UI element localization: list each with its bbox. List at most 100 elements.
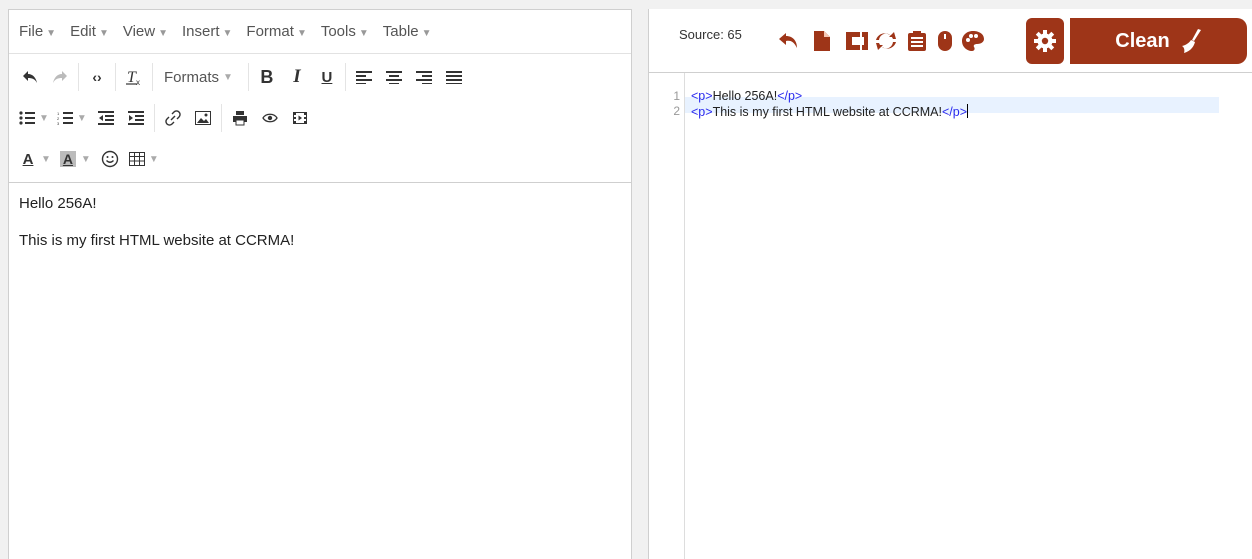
chevron-down-icon: ▼ (46, 28, 57, 39)
bullet-list-icon (19, 111, 35, 125)
underline-icon: U (321, 68, 333, 86)
mouse-button[interactable] (933, 29, 957, 53)
source-code-button[interactable]: ‹› (82, 62, 112, 92)
toolbar-separator (344, 63, 346, 91)
refresh-button[interactable] (874, 29, 898, 53)
formats-label: Formats (164, 68, 220, 86)
code-text: This is my first HTML website at CCRMA! (712, 105, 942, 119)
file-icon (814, 31, 830, 51)
emoticons-button[interactable] (95, 144, 125, 174)
numbered-list-button[interactable]: 123 (53, 103, 77, 133)
background-color-icon: A (59, 151, 76, 167)
print-icon (232, 111, 247, 126)
align-right-button[interactable] (409, 62, 439, 92)
broom-icon (1181, 29, 1201, 53)
undo-button[interactable] (15, 62, 45, 92)
indent-button[interactable] (121, 103, 151, 133)
clean-label: Clean (1115, 29, 1170, 52)
content-paragraph[interactable]: This is my first HTML website at CCRMA! (19, 232, 621, 249)
copy-button[interactable] (905, 29, 929, 53)
toolbar-row-1: ‹› Tx Formats ▼ B I U (15, 60, 469, 94)
menu-insert[interactable]: Insert ▼ (182, 23, 232, 40)
line-number: 2 (673, 104, 680, 118)
toolbar-row-3: A ▼ A ▼ ▼ (15, 142, 163, 176)
refresh-icon (876, 32, 896, 50)
toolbar-separator (115, 63, 116, 91)
menu-tools-label: Tools (320, 23, 356, 40)
menu-table[interactable]: Table ▼ (383, 23, 432, 40)
toolbar-separator (153, 104, 155, 132)
menu-format[interactable]: Format ▼ (246, 23, 306, 40)
chevron-down-icon[interactable]: ▼ (77, 113, 87, 124)
wysiwyg-editor: File ▼ Edit ▼ View ▼ Insert ▼ Format ▼ Tools ▼… (8, 9, 632, 559)
menu-bar: File ▼ Edit ▼ View ▼ Insert ▼ Format ▼ Tools ▼… (9, 10, 631, 54)
background-color-button[interactable]: A (55, 144, 81, 174)
insert-link-button[interactable] (158, 103, 188, 133)
align-center-icon (385, 71, 402, 84)
new-document-button[interactable] (810, 29, 834, 53)
text-color-icon: A (22, 150, 34, 168)
code-tag: <p> (691, 89, 713, 103)
undo-icon (23, 71, 37, 83)
chevron-down-icon: ▼ (98, 28, 109, 39)
chevron-down-icon: ▼ (421, 28, 432, 39)
chevron-down-icon[interactable]: ▼ (41, 154, 51, 165)
text-color-button[interactable]: A (15, 144, 41, 174)
undo-button[interactable] (777, 29, 801, 53)
print-button[interactable] (225, 103, 255, 133)
italic-button[interactable]: I (282, 62, 312, 92)
clear-formatting-button[interactable]: Tx (119, 62, 149, 92)
align-left-button[interactable] (349, 62, 379, 92)
clipboard-icon (908, 31, 926, 51)
bold-icon: B (260, 66, 274, 87)
menu-format-label: Format (246, 23, 294, 40)
code-line[interactable]: <p>Hello 256A!</p> (691, 89, 802, 103)
chevron-down-icon[interactable]: ▼ (39, 113, 49, 124)
preview-button[interactable] (255, 103, 285, 133)
editor-toolbar: ‹› Tx Formats ▼ B I U ▼ 123 ▼ A ▼ A ▼ ▼ (9, 54, 631, 183)
code-icon: ‹› (92, 69, 102, 85)
code-text: Hello 256A! (712, 89, 778, 103)
editor-content[interactable]: Hello 256A! This is my first HTML websit… (9, 183, 631, 281)
compress-icon (846, 32, 868, 50)
toolbar-separator (78, 63, 79, 91)
menu-file[interactable]: File ▼ (19, 23, 56, 40)
align-center-button[interactable] (379, 62, 409, 92)
svg-text:3: 3 (57, 121, 60, 125)
theme-button[interactable] (961, 29, 985, 53)
compress-button[interactable] (845, 29, 869, 53)
clear-formatting-icon: Tx (126, 69, 140, 86)
eye-icon (262, 113, 278, 123)
underline-button[interactable]: U (312, 62, 342, 92)
insert-image-button[interactable] (188, 103, 218, 133)
code-tag: <p> (691, 105, 713, 119)
chevron-down-icon: ▼ (296, 28, 307, 39)
menu-insert-label: Insert (182, 23, 220, 40)
menu-tools[interactable]: Tools ▼ (321, 23, 369, 40)
outdent-icon (97, 111, 114, 125)
align-justify-button[interactable] (439, 62, 469, 92)
code-tag: </p> (777, 89, 803, 103)
redo-button[interactable] (45, 62, 75, 92)
code-line[interactable]: <p>This is my first HTML website at CCRM… (691, 104, 969, 119)
content-paragraph[interactable]: Hello 256A! (19, 195, 621, 212)
settings-button[interactable] (1026, 18, 1064, 64)
italic-icon: I (293, 66, 301, 87)
chevron-down-icon: ▼ (222, 28, 233, 39)
menu-edit[interactable]: Edit ▼ (70, 23, 109, 40)
formats-dropdown[interactable]: Formats ▼ (156, 62, 245, 92)
outdent-button[interactable] (91, 103, 121, 133)
insert-media-button[interactable] (285, 103, 315, 133)
table-button[interactable] (125, 144, 149, 174)
text-cursor (967, 104, 969, 118)
svg-text:x: x (136, 78, 140, 86)
line-number-gutter: 1 2 (649, 73, 685, 559)
chevron-down-icon[interactable]: ▼ (81, 154, 91, 165)
bullet-list-button[interactable] (15, 103, 39, 133)
menu-view[interactable]: View ▼ (123, 23, 168, 40)
chevron-down-icon: ▼ (358, 28, 369, 39)
toolbar-row-2: ▼ 123 ▼ (15, 101, 315, 135)
clean-button[interactable]: Clean (1070, 18, 1247, 64)
bold-button[interactable]: B (252, 62, 282, 92)
chevron-down-icon[interactable]: ▼ (149, 154, 159, 165)
